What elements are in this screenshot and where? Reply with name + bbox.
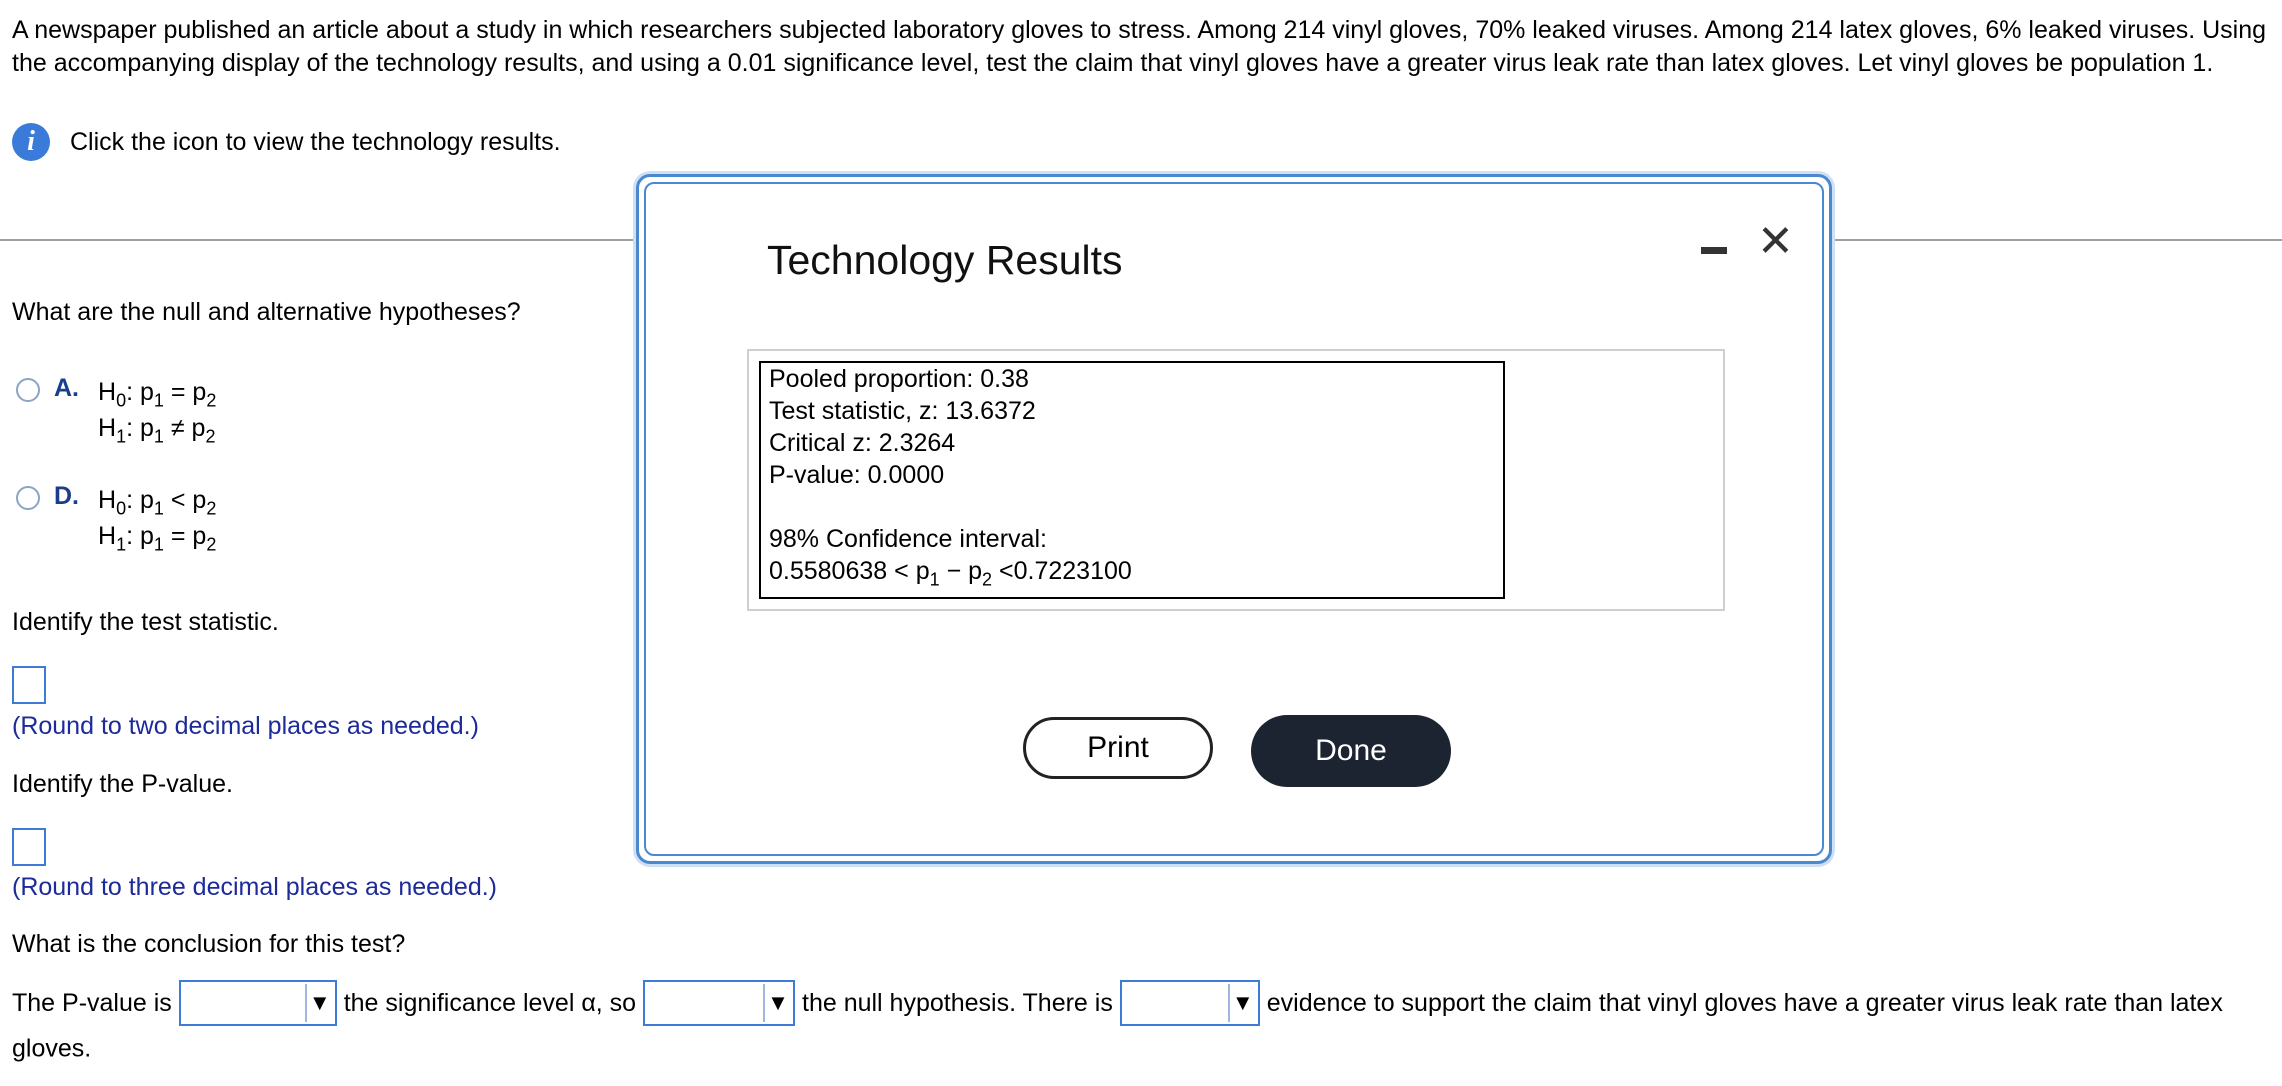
p-value-input[interactable] [12,828,46,866]
option-a-h1: H1: p1 ≠ p2 [98,414,216,447]
test-statistic-hint: (Round to two decimal places as needed.) [12,712,479,740]
done-button[interactable]: Done [1251,715,1451,787]
option-d-h0: H0: p1 < p2 [98,486,217,519]
dropdown-arrow-icon[interactable]: ▼ [763,984,791,1022]
problem-statement: A newspaper published an article about a… [12,16,2267,77]
option-d-letter: D. [54,482,79,510]
hypotheses-question: What are the null and alternative hypoth… [12,298,521,326]
dialog-title: Technology Results [767,237,1123,283]
option-a-letter: A. [54,374,79,402]
option-a-hypotheses: H0: p1 = p2 H1: p1 ≠ p2 [98,374,216,446]
print-button[interactable]: Print [1023,717,1213,779]
option-a-h0: H0: p1 = p2 [98,378,217,411]
p-value-result: P-value: 0.0000 [769,461,945,489]
confidence-interval: 0.5580638 < p1 − p2 <0.7223100 [769,557,1132,590]
pooled-proportion: Pooled proportion: 0.38 [769,365,1029,393]
conclusion-question: What is the conclusion for this test? [12,930,406,958]
critical-z: Critical z: 2.3264 [769,429,956,457]
option-a[interactable]: A. H0: p1 = p2 H1: p1 ≠ p2 [16,374,216,446]
test-statistic-result: Test statistic, z: 13.6372 [769,397,1036,425]
results-box: Pooled proportion: 0.38 Test statistic, … [759,361,1505,599]
radio-option-a[interactable] [16,378,40,402]
confidence-interval-label: 98% Confidence interval: [769,525,1047,553]
dropdown-arrow-icon[interactable]: ▼ [304,984,333,1022]
technology-results-link[interactable]: i Click the icon to view the technology … [12,122,561,162]
option-d-hypotheses: H0: p1 < p2 H1: p1 = p2 [98,482,216,554]
radio-option-d[interactable] [16,486,40,510]
test-statistic-question: Identify the test statistic. [12,608,279,636]
conclusion-part2: the significance level α, so [343,989,637,1017]
pvalue-comparison-dropdown[interactable]: ▼ [178,980,337,1026]
info-icon[interactable]: i [12,123,50,161]
conclusion-sentence: The P-value is ▼ the significance level … [12,980,2276,1069]
results-panel: Pooled proportion: 0.38 Test statistic, … [747,349,1725,611]
technology-results-dialog: Technology Results ✕ Pooled proportion: … [636,174,1832,864]
test-statistic-input[interactable] [12,666,46,704]
dropdown-arrow-icon[interactable]: ▼ [1227,984,1256,1022]
close-icon[interactable]: ✕ [1757,219,1794,265]
option-d-h1: H1: p1 = p2 [98,522,217,555]
p-value-hint: (Round to three decimal places as needed… [12,873,498,901]
option-d[interactable]: D. H0: p1 < p2 H1: p1 = p2 [16,482,216,554]
evidence-dropdown[interactable]: ▼ [1119,980,1260,1026]
p-value-question: Identify the P-value. [12,770,233,798]
conclusion-part3: the null hypothesis. There is [802,989,1113,1017]
conclusion-part1: The P-value is [12,989,172,1017]
info-text: Click the icon to view the technology re… [70,127,561,156]
null-decision-dropdown[interactable]: ▼ [643,980,796,1026]
minimize-button[interactable] [1699,233,1729,263]
